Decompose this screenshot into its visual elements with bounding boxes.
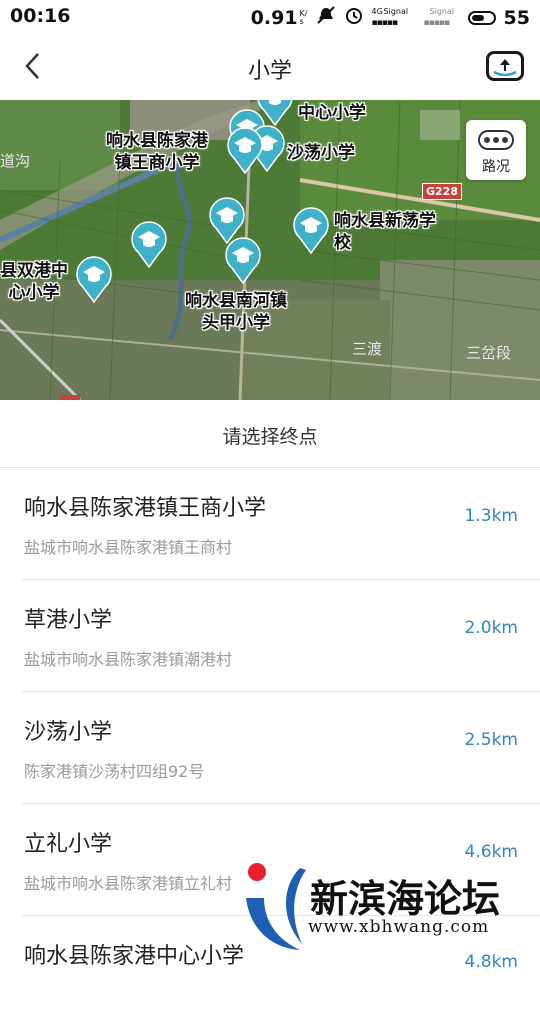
list-item[interactable]: 响水县陈家港镇王商小学 盐城市响水县陈家港镇王商村 1.3km — [0, 468, 540, 580]
list-item[interactable]: 响水县陈家港中心小学 4.8km — [0, 916, 540, 1028]
pin-label: 响水县陈家港 镇王商小学 — [106, 131, 208, 173]
status-bar: 00:16 0.91 K/s 4G Signal ▪▪▪▪▪ Signal ▪▪▪… — [0, 0, 540, 34]
pin-label: 沙荡小学 — [287, 143, 355, 163]
school-address: 陈家港镇沙荡村四组92号 — [24, 762, 205, 781]
school-address: 盐城市响水县陈家港镇王商村 — [24, 538, 233, 557]
school-name: 草港小学 — [24, 608, 113, 633]
school-distance: 2.0km — [464, 618, 518, 638]
school-name: 响水县陈家港中心小学 — [24, 944, 245, 969]
pin-label: 响水县新荡学 校 — [334, 211, 436, 253]
traffic-toggle-button[interactable]: 路况 — [466, 120, 526, 180]
pin-label: 中心小学 — [298, 103, 366, 123]
mute-icon — [316, 5, 336, 30]
school-marker[interactable] — [292, 206, 330, 255]
school-address: 盐城市响水县陈家港镇潮港村 — [24, 650, 233, 669]
status-icons: 0.91 K/s 4G Signal ▪▪▪▪▪ Signal ▪▪▪▪▪ 55 — [251, 5, 530, 30]
list-item[interactable]: 立礼小学 盐城市响水县陈家港镇立礼村 4.6km — [0, 804, 540, 916]
map-place-label: 道沟 — [0, 152, 31, 170]
school-marker[interactable] — [224, 236, 262, 285]
voice-assistant-button[interactable] — [486, 51, 524, 81]
school-address: 盐城市响水县陈家港镇立礼村 — [24, 874, 233, 893]
battery-icon — [467, 10, 496, 25]
road-badge: G228 — [422, 183, 462, 200]
header-bar: 小学 — [0, 34, 540, 100]
school-distance: 1.3km — [464, 506, 518, 526]
school-name: 沙荡小学 — [24, 720, 113, 745]
school-marker[interactable] — [75, 255, 113, 304]
status-time: 00:16 — [10, 5, 71, 27]
school-distance: 4.6km — [464, 842, 518, 862]
pin-label: 响水县南河镇 头甲小学 — [185, 291, 287, 333]
signal-icon: 4G Signal ▪▪▪▪▪ — [371, 6, 409, 28]
net-speed: 0.91 K/s — [250, 6, 308, 29]
school-name: 响水县陈家港镇王商小学 — [24, 496, 267, 521]
net-speed-unit: K/s — [299, 8, 308, 26]
select-destination-label: 请选择终点 — [222, 426, 318, 448]
school-distance: 2.5km — [464, 730, 518, 750]
map-place-label: 三岔段 — [466, 344, 512, 362]
alarm-icon — [344, 5, 364, 30]
battery-level: 55 — [503, 6, 530, 29]
map-view[interactable]: 道沟 三渡 三岔段 G228 中心小学 响水县陈家港 镇王商小学 沙荡小学 响水… — [0, 100, 540, 400]
school-marker[interactable] — [226, 126, 264, 175]
school-distance: 4.8km — [464, 952, 518, 972]
traffic-label: 路况 — [482, 159, 510, 175]
list-item[interactable]: 草港小学 盐城市响水县陈家港镇潮港村 2.0km — [0, 580, 540, 692]
traffic-icon — [478, 130, 514, 150]
list-item[interactable]: 沙荡小学 陈家港镇沙荡村四组92号 2.5km — [0, 692, 540, 804]
signal-icon-2: Signal ▪▪▪▪▪ — [423, 6, 455, 28]
map-place-label: 三渡 — [352, 340, 383, 358]
pin-label: 县双港中 心小学 — [0, 261, 68, 303]
school-marker[interactable] — [130, 220, 168, 269]
select-destination-header: 请选择终点 — [0, 400, 540, 468]
voice-icon — [493, 59, 517, 76]
school-name: 立礼小学 — [24, 832, 113, 857]
page-title: 小学 — [247, 59, 292, 84]
